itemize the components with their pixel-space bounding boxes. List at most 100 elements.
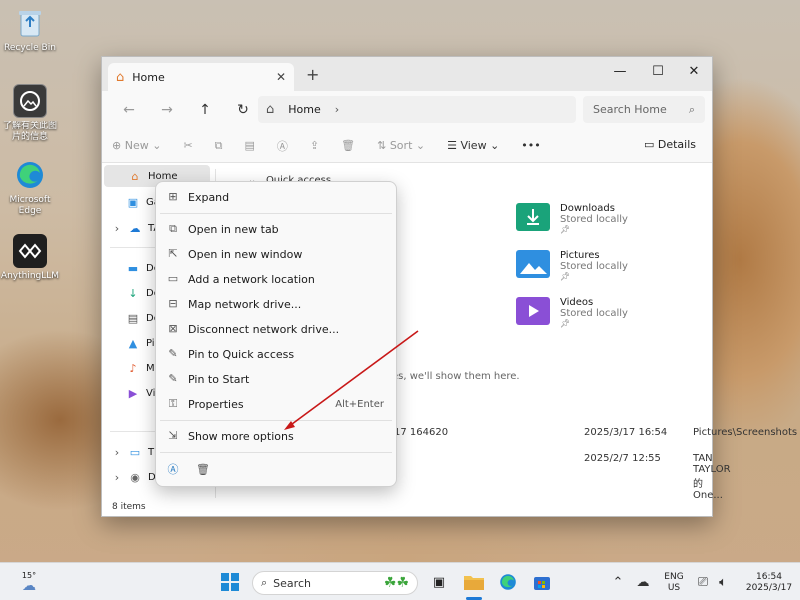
store-taskbar-icon[interactable]	[531, 571, 553, 593]
tab-label: Home	[132, 70, 165, 84]
file-explorer-taskbar-icon[interactable]	[463, 571, 485, 593]
context-menu: ⊞ Expand ⧉ Open in new tab ⇱ Open in new…	[155, 181, 397, 487]
breadcrumb[interactable]: Home	[288, 103, 320, 116]
menu-separator	[160, 213, 392, 214]
favorites-hint: es, we'll show them here.	[392, 371, 520, 382]
new-tab-icon: ⧉	[169, 222, 177, 235]
chevron-up-icon[interactable]: ⌃	[610, 571, 626, 593]
new-button[interactable]: ⊕ New ⌄	[112, 139, 161, 152]
chevron-right-icon[interactable]: ›	[335, 103, 339, 116]
menu-separator	[160, 420, 392, 421]
clock[interactable]: 16:54 2025/3/17	[742, 572, 796, 594]
rename-icon[interactable]: Ⓐ	[277, 138, 288, 154]
menu-item-show-more-options[interactable]: ⇲ Show more options	[156, 424, 396, 448]
search-placeholder: Search Home	[593, 103, 667, 116]
folder-downloads[interactable]: Downloads Stored locally 📌︎	[516, 203, 628, 234]
minimize-button[interactable]: —	[602, 61, 638, 83]
chevron-right-icon[interactable]: ›	[112, 222, 122, 235]
more-button[interactable]: •••	[521, 139, 540, 152]
folder-status: Stored locally	[560, 214, 628, 225]
maximize-button[interactable]: ☐	[640, 61, 676, 83]
language-indicator[interactable]: ENG US	[660, 572, 688, 594]
pin-icon: 📌︎	[560, 225, 571, 234]
this-pc-icon: ▭	[129, 445, 141, 459]
videos-folder-icon	[516, 297, 550, 325]
pictures-icon: ▲	[128, 336, 138, 350]
details-button[interactable]: ▭ Details	[644, 138, 696, 151]
menu-item-map-network-drive[interactable]: ⊟ Map network drive...	[156, 292, 396, 316]
menu-item-pin-start[interactable]: ✎ Pin to Start	[156, 367, 396, 391]
chevron-right-icon[interactable]: ›	[112, 446, 122, 459]
paste-icon[interactable]: ▤	[245, 139, 255, 152]
delete-icon[interactable]: 🗑︎	[341, 139, 355, 152]
search-icon: ⌕	[688, 102, 695, 116]
refresh-icon[interactable]: ↻	[224, 102, 262, 118]
chevron-right-icon[interactable]: ›	[112, 471, 122, 484]
menu-item-disconnect-network-drive[interactable]: ⊠ Disconnect network drive...	[156, 317, 396, 341]
cut-icon[interactable]: ✂	[183, 139, 192, 152]
recent-file-location: TAN TAYLOR 的 One...	[693, 453, 731, 501]
desktop-icon-label: 了解有关此图片的信息	[2, 121, 57, 142]
close-button[interactable]: ✕	[676, 61, 712, 83]
network-icon[interactable]: ⎚	[694, 571, 712, 593]
new-window-icon: ⇱	[168, 247, 178, 260]
home-icon: ⌂	[116, 69, 125, 85]
share-icon[interactable]: ⇪	[310, 139, 319, 152]
music-icon: ♪	[129, 361, 137, 375]
weather-widget[interactable]: 15° ☁	[10, 571, 48, 594]
cloud-icon: ☁	[22, 578, 36, 594]
search-input[interactable]: Search Home ⌕	[583, 96, 705, 123]
folder-videos[interactable]: Videos Stored locally 📌︎	[516, 297, 628, 328]
taskbar-search[interactable]: ⌕ Search ☘☘	[252, 571, 418, 595]
menu-item-expand[interactable]: ⊞ Expand	[156, 185, 396, 209]
sort-button[interactable]: ⇅ Sort ⌄	[377, 139, 425, 152]
menu-item-add-network-location[interactable]: ▭ Add a network location	[156, 267, 396, 291]
new-tab-button[interactable]: +	[306, 65, 319, 84]
recent-file-date: 2025/3/17 16:54	[584, 427, 668, 438]
pin-start-icon: ✎	[168, 372, 178, 385]
pin-icon: 📌︎	[560, 272, 571, 281]
edge-taskbar-icon[interactable]	[497, 571, 519, 593]
sidebar-item-onedrive[interactable]: › ☁ TA	[112, 217, 160, 239]
map-drive-icon: ⊟	[168, 297, 178, 310]
volume-icon[interactable]: 🔈︎	[714, 571, 732, 593]
folder-status: Stored locally	[560, 261, 628, 272]
search-icon: ⌕	[261, 576, 268, 589]
close-tab-icon[interactable]: ✕	[276, 70, 286, 84]
folder-name: Downloads	[560, 203, 615, 214]
desktop-icon-label: Recycle Bin	[4, 43, 56, 53]
address-bar[interactable]: ⌂ Home ›	[258, 96, 576, 123]
recent-file-date: 2025/2/7 12:55	[584, 453, 661, 464]
desktop-icon-recycle-bin[interactable]: Recycle Bin	[0, 6, 60, 54]
expand-icon: ⊞	[168, 190, 178, 203]
start-button[interactable]	[218, 571, 242, 593]
menu-separator	[160, 452, 392, 453]
up-arrow-icon[interactable]: ↑	[186, 102, 224, 118]
documents-icon: ▤	[127, 311, 139, 325]
windows-logo-icon	[221, 573, 239, 591]
tab-home[interactable]: ⌂ Home ✕	[108, 63, 294, 91]
desktop-icon-edge[interactable]: Microsoft Edge	[0, 158, 60, 217]
recycle-bin-icon	[13, 6, 47, 40]
view-button[interactable]: ☰ View ⌄	[447, 139, 499, 152]
folder-pictures[interactable]: Pictures Stored locally 📌︎	[516, 250, 628, 281]
onedrive-tray-icon[interactable]: ☁	[634, 571, 652, 593]
folder-name: Videos	[560, 297, 594, 308]
desktop-icon-anythingllm[interactable]: AnythingLLM	[0, 234, 60, 282]
menu-item-open-new-tab[interactable]: ⧉ Open in new tab	[156, 217, 396, 241]
forward-arrow-icon[interactable]: →	[148, 102, 186, 118]
learn-picture-icon	[13, 84, 47, 118]
task-view-icon[interactable]: ▣	[428, 571, 450, 593]
menu-item-open-new-window[interactable]: ⇱ Open in new window	[156, 242, 396, 266]
recent-file-name[interactable]: 17 164620	[394, 427, 448, 438]
copy-icon[interactable]: ⧉	[215, 139, 223, 153]
menu-delete-button[interactable]: 🗑︎	[186, 458, 226, 482]
menu-item-pin-quick-access[interactable]: ✎ Pin to Quick access	[156, 342, 396, 366]
desktop-icon-learn-picture[interactable]: 了解有关此图片的信息	[0, 84, 60, 143]
folder-status: Stored locally	[560, 308, 628, 319]
desktop-icon: ▬	[127, 261, 139, 275]
back-arrow-icon[interactable]: ←	[110, 102, 148, 118]
status-bar: 8 items	[102, 498, 712, 516]
sidebar-item-this-pc[interactable]: › ▭ Th	[112, 441, 161, 463]
menu-item-properties[interactable]: ⚿ Properties Alt+Enter	[156, 392, 396, 416]
